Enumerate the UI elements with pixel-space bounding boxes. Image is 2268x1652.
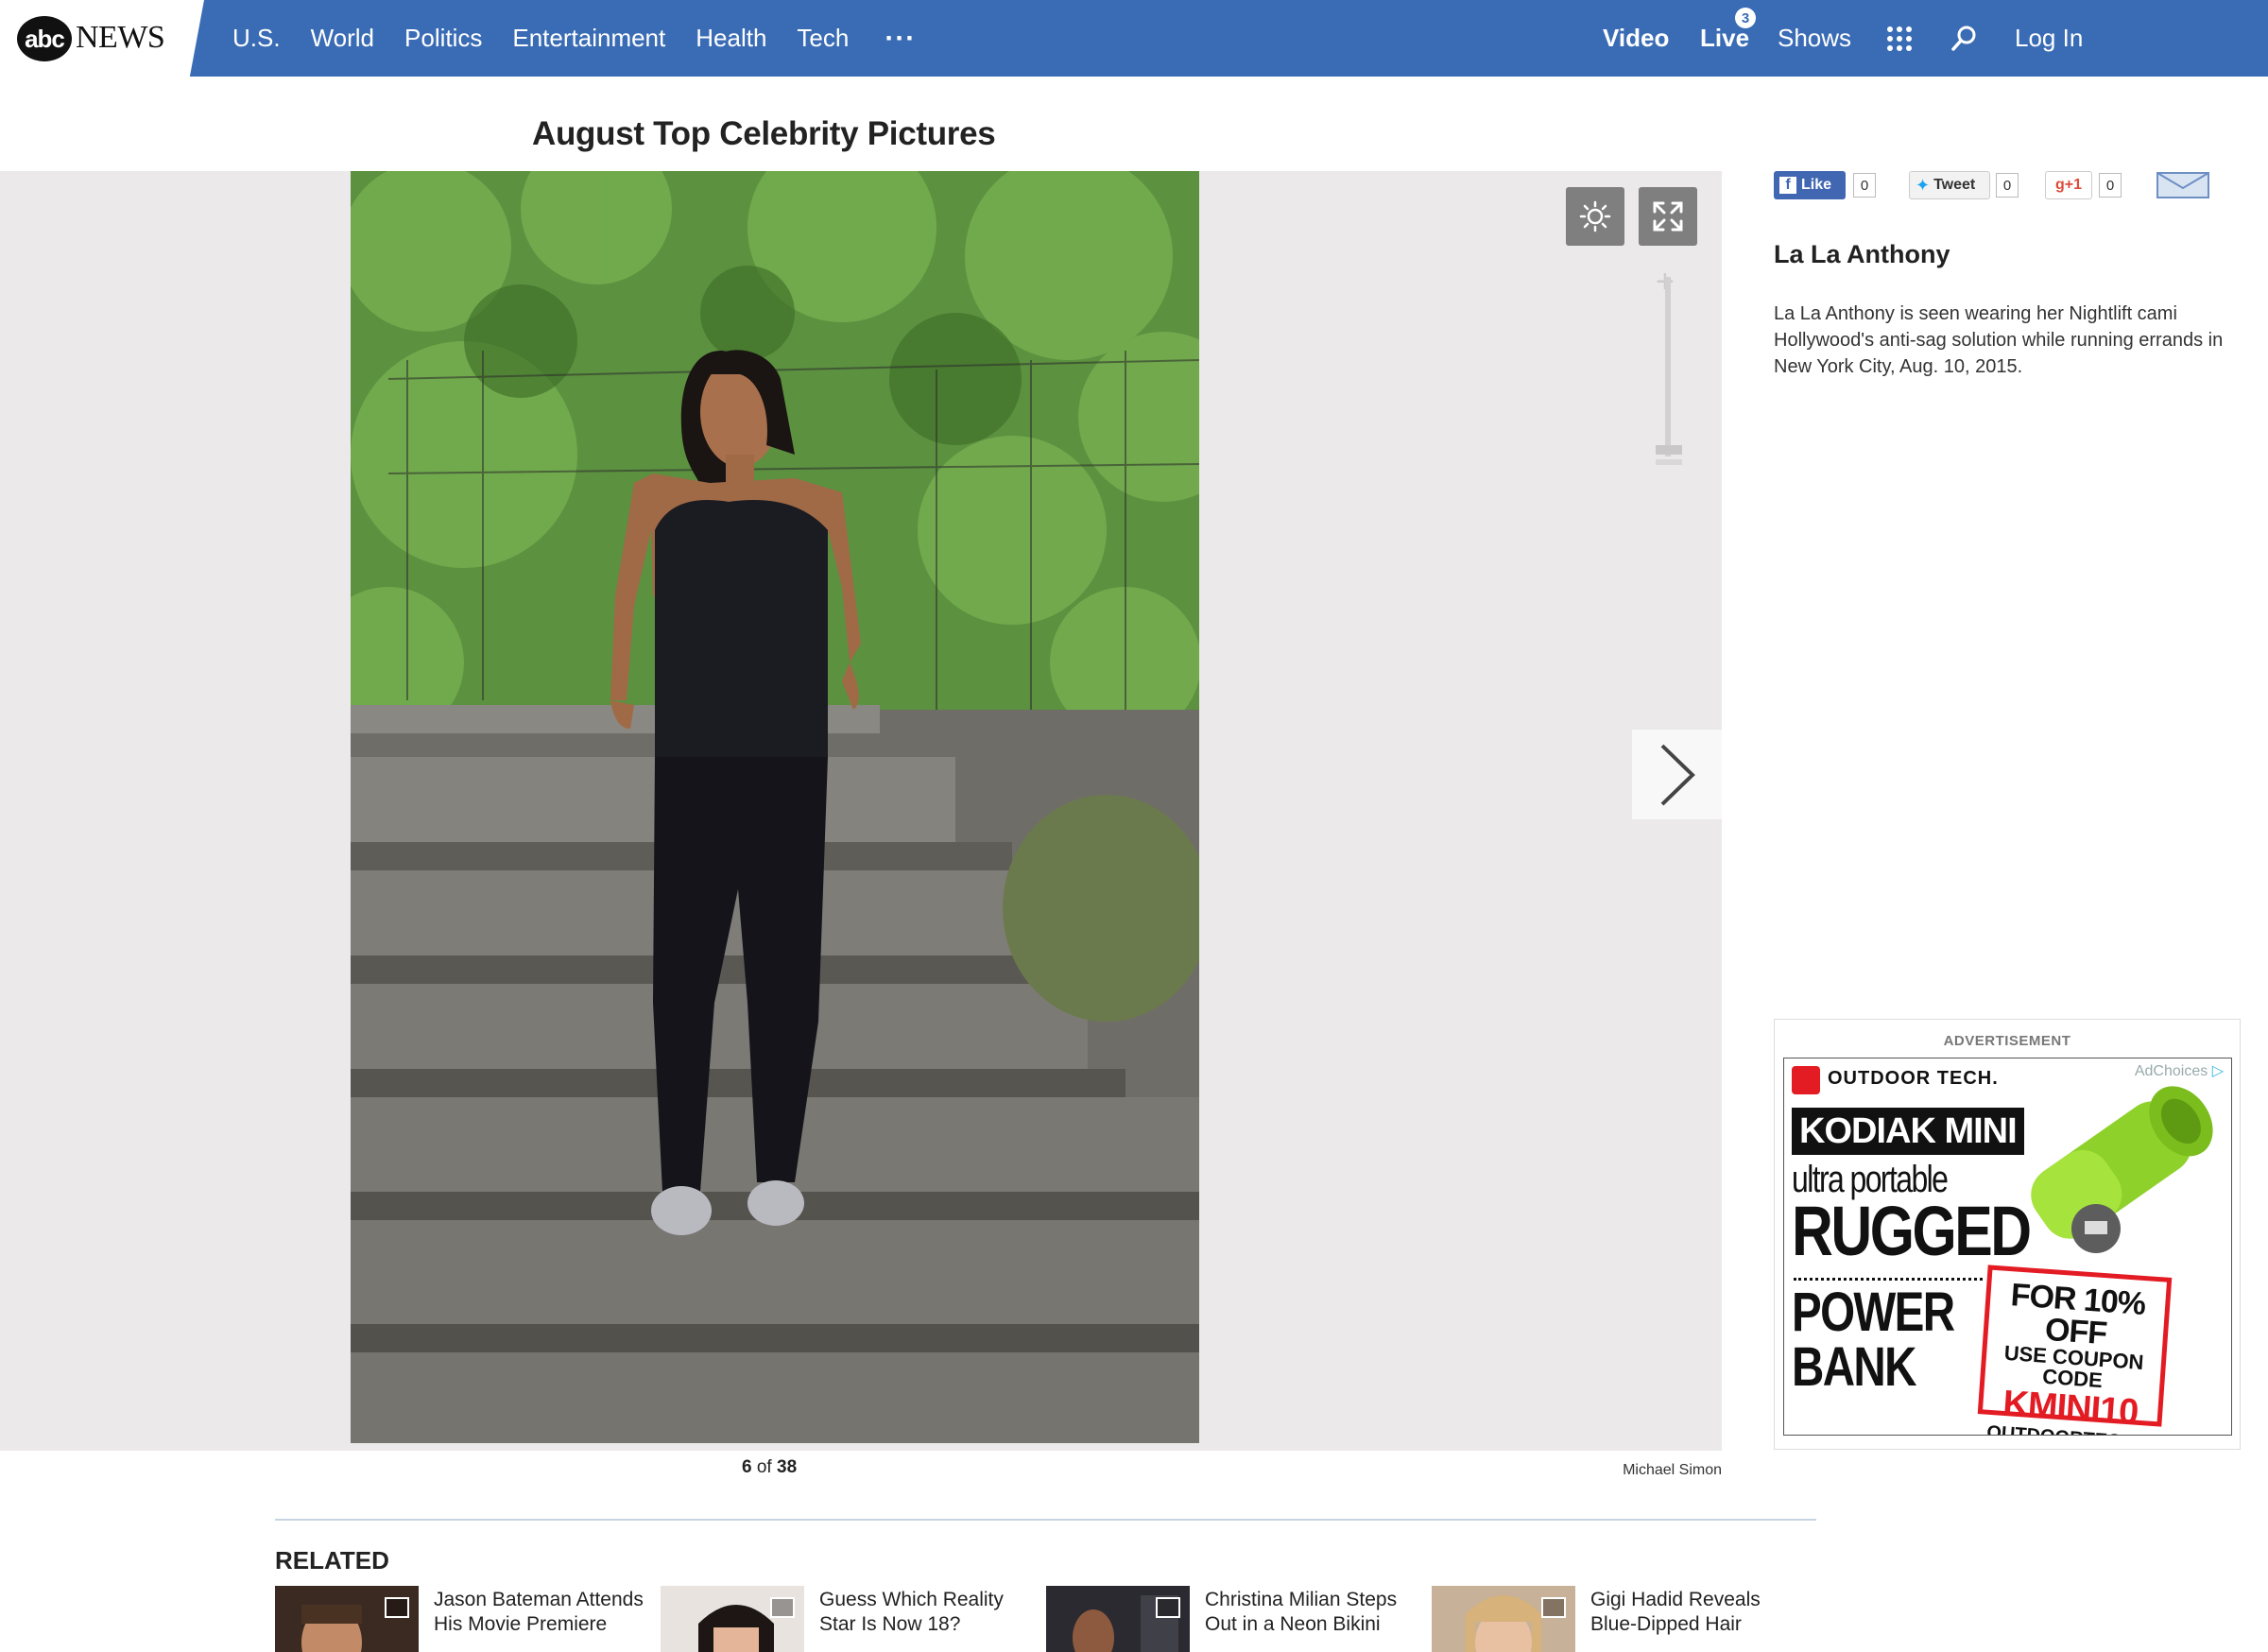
photo-counter: 6 of 38 <box>742 1457 797 1478</box>
zoom-slider-base <box>1656 459 1682 465</box>
apps-grid-icon[interactable] <box>1886 26 1913 59</box>
photo-title: La La Anthony <box>1774 240 1950 268</box>
zoom-slider-track[interactable] <box>1665 277 1671 456</box>
section-nav: U.S. World Politics Entertainment Health… <box>232 0 916 77</box>
twitter-icon: ✦ <box>1916 175 1931 195</box>
envelope-icon <box>2156 172 2209 198</box>
related-item[interactable]: Guess Which Reality Star Is Now 18? <box>661 1586 1039 1652</box>
like-count: 0 <box>1853 173 1876 198</box>
nav-item-health[interactable]: Health <box>696 24 766 53</box>
related-item[interactable]: Christina Milian Steps Out in a Neon Bik… <box>1046 1586 1424 1652</box>
next-photo-button[interactable] <box>1632 730 1722 819</box>
ad-headline: KODIAK MINI <box>1792 1108 2024 1155</box>
abc-news-logo[interactable]: abc NEWS <box>0 0 204 77</box>
related-item[interactable]: Gigi Hadid Reveals Blue-Dipped Hair <box>1432 1586 1810 1652</box>
zoom-slider-handle[interactable] <box>1656 445 1682 455</box>
facebook-like-button[interactable]: f Like <box>1774 171 1846 199</box>
related-thumbnail[interactable] <box>1046 1586 1190 1652</box>
ad-power-bank: POWER BANK <box>1792 1282 1955 1398</box>
gallery-stack-icon <box>1156 1597 1180 1618</box>
gallery-photo[interactable] <box>351 171 1199 1443</box>
total-photo-count: 38 <box>777 1457 798 1477</box>
gallery-stack-icon <box>770 1597 795 1618</box>
sun-icon <box>1579 200 1611 232</box>
chevron-right-icon <box>1660 744 1695 805</box>
related-item-title[interactable]: Gigi Hadid Reveals Blue-Dipped Hair <box>1590 1588 1808 1637</box>
brightness-button[interactable] <box>1566 187 1624 246</box>
nav-item-politics[interactable]: Politics <box>404 24 482 53</box>
current-photo-number: 6 <box>742 1457 752 1477</box>
related-thumbnail[interactable] <box>1432 1586 1575 1652</box>
tweet-button[interactable]: ✦ Tweet <box>1909 171 1990 199</box>
fullscreen-button[interactable] <box>1639 187 1697 246</box>
gallery-title: August Top Celebrity Pictures <box>532 115 996 152</box>
nav-item-tech[interactable]: Tech <box>797 24 849 53</box>
expand-icon <box>1653 201 1683 232</box>
nav-item-entertainment[interactable]: Entertainment <box>512 24 665 53</box>
related-item-title[interactable]: Guess Which Reality Star Is Now 18? <box>819 1588 1037 1637</box>
tweet-label: Tweet <box>1933 177 1976 193</box>
outdoor-tech-logo-icon <box>1792 1066 1820 1094</box>
gallery-stack-icon <box>1541 1597 1566 1618</box>
login-link[interactable]: Log In <box>2015 24 2083 53</box>
related-heading: RELATED <box>275 1546 389 1575</box>
news-logo-text: NEWS <box>76 20 165 55</box>
related-item-title[interactable]: Christina Milian Steps Out in a Neon Bik… <box>1205 1588 1422 1637</box>
google-plus-count: 0 <box>2099 173 2122 198</box>
ad-dotted-rule <box>1794 1278 1983 1281</box>
tweet-count: 0 <box>1996 173 2019 198</box>
more-menu-icon[interactable]: ··· <box>885 23 916 55</box>
related-divider <box>275 1519 1816 1521</box>
google-plus-button[interactable]: g+1 <box>2045 171 2092 199</box>
related-item[interactable]: Jason Bateman Attends His Movie Premiere <box>275 1586 653 1652</box>
search-icon[interactable] <box>1950 25 1977 60</box>
nav-item-us[interactable]: U.S. <box>232 24 281 53</box>
photo-credit: Michael Simon <box>1623 1462 1722 1478</box>
top-nav: abc NEWS U.S. World Politics Entertainme… <box>0 0 2268 77</box>
advertisement-box: ADVERTISEMENT OUTDOOR TECH. AdChoices ▷ … <box>1774 1019 2241 1450</box>
ad-creative[interactable]: OUTDOOR TECH. AdChoices ▷ KODIAK MINI ul… <box>1783 1058 2232 1436</box>
email-share-button[interactable] <box>2156 171 2210 199</box>
ad-brand: OUTDOOR TECH. <box>1828 1068 1999 1089</box>
advertisement-label: ADVERTISEMENT <box>1943 1033 2071 1049</box>
nav-shows[interactable]: Shows <box>1778 24 1851 53</box>
live-count-badge: 3 <box>1735 8 1756 28</box>
gallery-stage: + <box>0 171 1722 1451</box>
related-thumbnail[interactable] <box>275 1586 419 1652</box>
related-item-title[interactable]: Jason Bateman Attends His Movie Premiere <box>434 1588 651 1637</box>
facebook-icon: f <box>1779 177 1796 194</box>
coupon-badge: FOR 10% OFF USE COUPON CODE KMINI10 OUTD… <box>1977 1265 2185 1435</box>
like-label: Like <box>1801 177 1832 193</box>
counter-of: of <box>756 1457 772 1477</box>
nav-item-world[interactable]: World <box>311 24 374 53</box>
power-bank-image <box>2031 1086 2213 1253</box>
gallery-stack-icon <box>385 1597 409 1618</box>
photo-caption: La La Anthony is seen wearing her Nightl… <box>1774 303 2224 377</box>
abc-logo-mark: abc <box>17 16 72 61</box>
related-thumbnail[interactable] <box>661 1586 804 1652</box>
nav-video[interactable]: Video <box>1603 24 1669 53</box>
